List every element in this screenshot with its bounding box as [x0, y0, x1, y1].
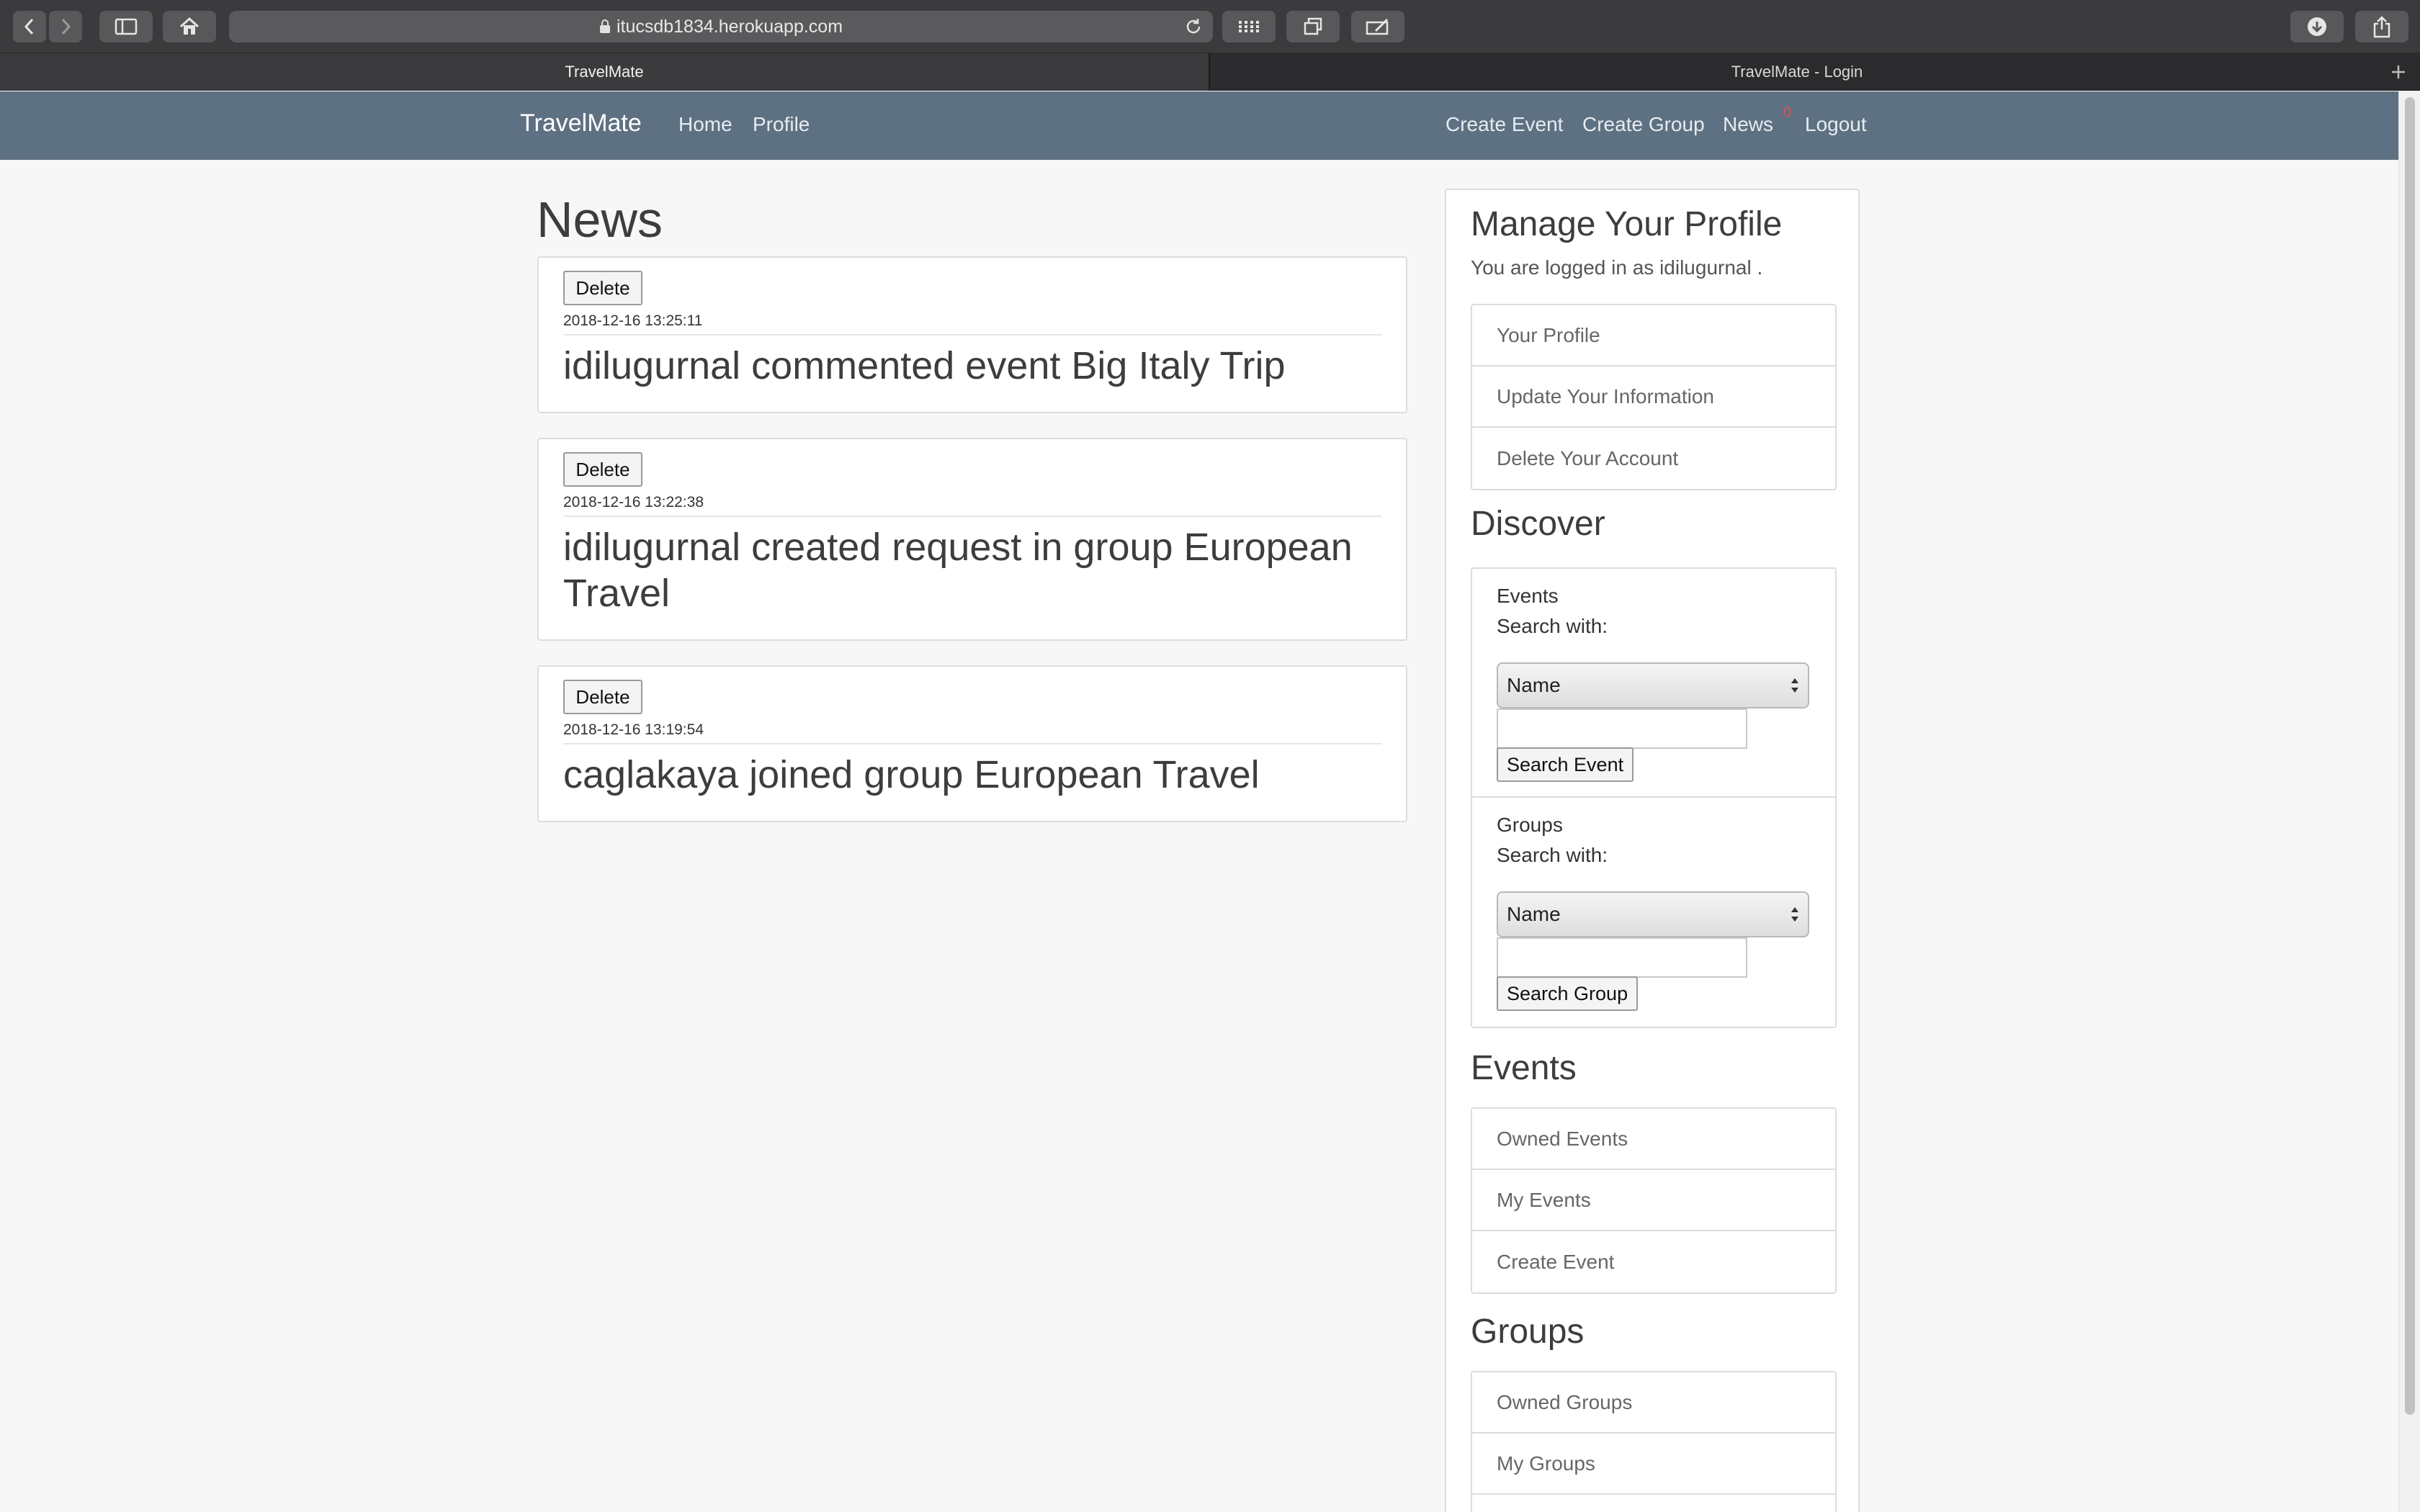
event-search-section: Events Search with: Name Search Event	[1472, 569, 1835, 796]
my-events-link[interactable]: My Events	[1472, 1170, 1835, 1231]
logged-in-text: You are logged in as idilugurnal .	[1471, 256, 1763, 279]
share-button[interactable]	[2355, 11, 2408, 42]
nav-create-event[interactable]: Create Event	[1446, 113, 1563, 136]
search-with-label: Search with:	[1497, 615, 1608, 637]
nav-logout[interactable]: Logout	[1805, 113, 1867, 136]
events-search-label: Events	[1497, 585, 1559, 607]
delete-button[interactable]: Delete	[563, 452, 642, 487]
chevron-right-icon	[61, 18, 71, 35]
tab-overview-button[interactable]	[1286, 11, 1340, 42]
manage-profile-heading: Manage Your Profile	[1471, 205, 1783, 243]
tab-travelmate[interactable]: TravelMate	[0, 53, 1209, 91]
your-profile-link[interactable]: Your Profile	[1472, 305, 1835, 366]
tab-title: TravelMate	[565, 63, 644, 81]
news-item: Delete 2018-12-16 13:25:11 idilugurnal c…	[537, 256, 1407, 413]
news-text: idilugurnal created request in group Eur…	[563, 526, 1353, 615]
owned-groups-link[interactable]: Owned Groups	[1472, 1372, 1835, 1434]
reload-icon[interactable]	[1184, 17, 1203, 36]
downloads-button[interactable]	[2290, 11, 2344, 42]
nav-news[interactable]: News	[1723, 113, 1773, 136]
groups-heading: Groups	[1471, 1313, 1585, 1351]
news-count-badge: 0	[1783, 104, 1792, 120]
delete-button[interactable]: Delete	[563, 271, 642, 305]
group-search-type-select[interactable]: Name	[1497, 891, 1809, 937]
delete-account-link[interactable]: Delete Your Account	[1472, 428, 1835, 489]
plus-icon	[2392, 66, 2405, 78]
delete-button[interactable]: Delete	[563, 680, 642, 714]
home-button[interactable]	[163, 11, 216, 42]
divider	[563, 743, 1381, 744]
tab-title: TravelMate - Login	[1731, 63, 1863, 81]
discover-heading: Discover	[1471, 505, 1605, 543]
nav-home[interactable]: Home	[678, 113, 732, 136]
chevron-left-icon	[24, 18, 34, 35]
markup-button[interactable]	[1351, 11, 1404, 42]
event-search-type-select[interactable]: Name	[1497, 662, 1809, 708]
nav-create-group[interactable]: Create Group	[1582, 113, 1705, 136]
select-value: Name	[1507, 674, 1561, 696]
group-search-section: Groups Search with: Name Search Group	[1472, 798, 1835, 1027]
select-arrows-icon	[1791, 678, 1798, 693]
create-event-link[interactable]: Create Event	[1472, 1231, 1835, 1292]
profile-sidebar: Manage Your Profile You are logged in as…	[1445, 189, 1860, 1512]
sidebar-toggle-button[interactable]	[99, 11, 153, 42]
news-timestamp: 2018-12-16 13:19:54	[563, 721, 704, 738]
my-groups-link[interactable]: My Groups	[1472, 1434, 1835, 1495]
groups-search-label: Groups	[1497, 814, 1563, 836]
news-text: idilugurnal commented event Big Italy Tr…	[563, 344, 1286, 387]
event-search-input[interactable]	[1497, 708, 1747, 749]
search-with-label: Search with:	[1497, 844, 1608, 866]
divider	[563, 516, 1381, 517]
search-event-button[interactable]: Search Event	[1497, 747, 1634, 782]
tab-bar: TravelMate TravelMate - Login	[0, 53, 2420, 91]
profile-links: Your Profile Update Your Information Del…	[1471, 304, 1837, 490]
discover-search-panel: Events Search with: Name Search Event Gr…	[1471, 567, 1837, 1028]
lock-icon	[599, 19, 610, 33]
browser-toolbar: itucsdb1834.herokuapp.com	[0, 0, 2420, 53]
news-item: Delete 2018-12-16 13:22:38 idilugurnal c…	[537, 438, 1407, 641]
download-icon	[2308, 17, 2326, 36]
grid-icon	[1239, 21, 1259, 32]
event-links: Owned Events My Events Create Event	[1471, 1107, 1837, 1294]
owned-events-link[interactable]: Owned Events	[1472, 1109, 1835, 1170]
home-icon	[179, 17, 200, 35]
tabs-icon	[1304, 17, 1322, 35]
news-timestamp: 2018-12-16 13:22:38	[563, 494, 704, 510]
group-links: Owned Groups My Groups	[1471, 1371, 1837, 1512]
select-arrows-icon	[1791, 907, 1798, 922]
scrollbar-thumb[interactable]	[2405, 97, 2415, 1415]
news-item: Delete 2018-12-16 13:19:54 caglakaya joi…	[537, 665, 1407, 822]
back-button[interactable]	[13, 11, 46, 42]
group-link[interactable]	[1472, 1495, 1835, 1512]
nav-profile[interactable]: Profile	[753, 113, 810, 136]
pen-icon	[1366, 18, 1389, 35]
sidebar-icon	[115, 18, 138, 35]
divider	[563, 334, 1381, 336]
share-icon	[2373, 16, 2390, 38]
tab-travelmate-login[interactable]: TravelMate - Login	[1210, 53, 2384, 91]
select-value: Name	[1507, 903, 1561, 925]
group-search-input[interactable]	[1497, 937, 1747, 978]
site-navbar: TravelMate Home Profile Create Event Cre…	[0, 91, 2398, 160]
top-sites-button[interactable]	[1222, 11, 1276, 42]
update-information-link[interactable]: Update Your Information	[1472, 366, 1835, 428]
url-text: itucsdb1834.herokuapp.com	[616, 16, 843, 37]
search-group-button[interactable]: Search Group	[1497, 976, 1639, 1011]
brand-link[interactable]: TravelMate	[520, 109, 642, 138]
address-bar[interactable]: itucsdb1834.herokuapp.com	[229, 11, 1213, 42]
page-title: News	[537, 192, 663, 248]
events-heading: Events	[1471, 1049, 1577, 1087]
news-timestamp: 2018-12-16 13:25:11	[563, 312, 703, 329]
news-text: caglakaya joined group European Travel	[563, 753, 1260, 796]
forward-button[interactable]	[49, 11, 82, 42]
new-tab-button[interactable]	[2387, 60, 2410, 84]
